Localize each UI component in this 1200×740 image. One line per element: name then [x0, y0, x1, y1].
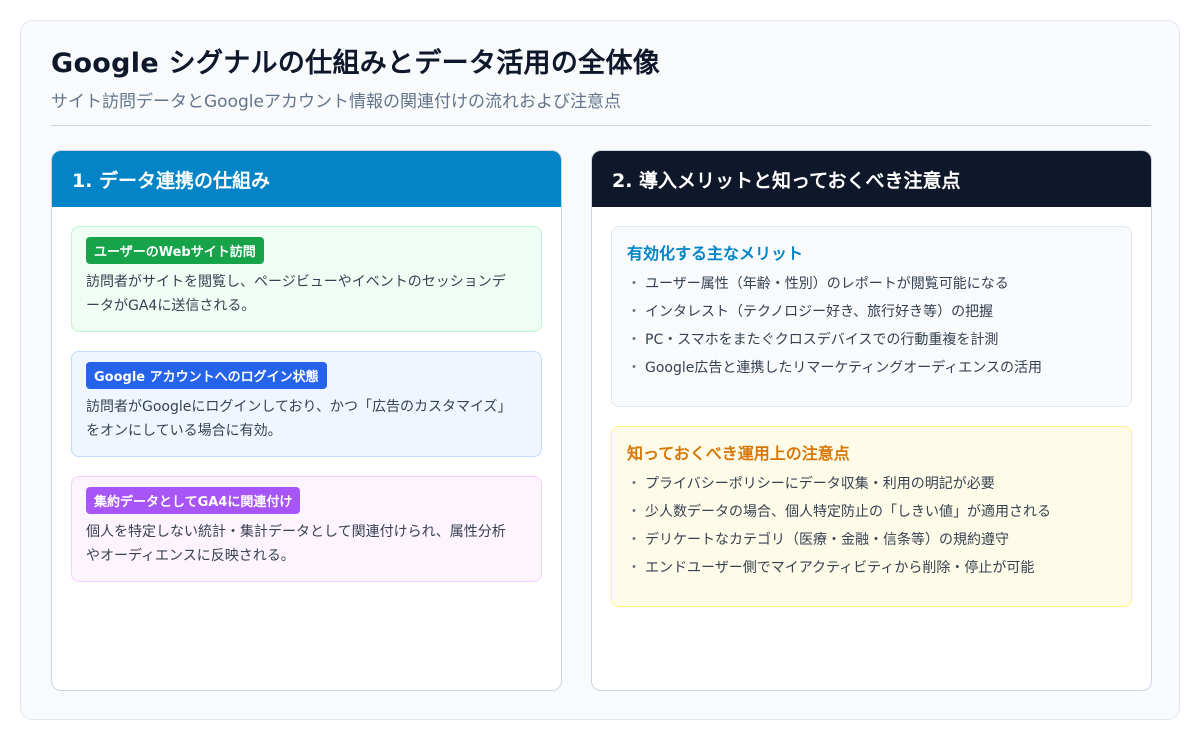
bullet-dot: ・ — [627, 476, 641, 492]
merits-title: 有効化する主なメリット — [627, 244, 804, 263]
merit-text: Google広告と連携したリマーケティングオーディエンスの活用 — [645, 360, 1042, 376]
list-item: ・デリケートなカテゴリ（医療・金融・信条等）の規約遵守 — [627, 526, 1116, 554]
caution-text: デリケートなカテゴリ（医療・金融・信条等）の規約遵守 — [645, 532, 1009, 548]
bullet-dot: ・ — [627, 276, 641, 292]
caution-text: エンドユーザー側でマイアクティビティから削除・停止が可能 — [645, 560, 1035, 576]
mechanism-panel-heading: 1. データ連携の仕組み — [52, 151, 561, 207]
step-aggregate-link-text: 個人を特定しない統計・集計データとして関連付けられ、属性分析やオーディエンスに反… — [86, 524, 506, 564]
merits-list: ・ユーザー属性（年齢・性別）のレポートが閲覧可能になる ・インタレスト（テクノロ… — [627, 270, 1116, 382]
caution-text: プライバシーポリシーにデータ収集・利用の明記が必要 — [645, 476, 995, 492]
cautions-title: 知っておくべき運用上の注意点 — [627, 444, 850, 463]
list-item: ・ Google広告と連携したリマーケティングオーディエンスの活用 — [627, 354, 1116, 382]
page-subtitle: サイト訪問データとGoogleアカウント情報の関連付けの流れおよび注意点 — [51, 92, 621, 112]
list-item: ・エンドユーザー側でマイアクティビティから削除・停止が可能 — [627, 554, 1116, 582]
cautions-box: 知っておくべき運用上の注意点 ・プライバシーポリシーにデータ収集・利用の明記が必… — [611, 426, 1132, 607]
merit-text: インタレスト（テクノロジー好き、旅行好き等）の把握 — [645, 304, 994, 320]
bullet-dot: ・ — [627, 532, 641, 548]
bullet-dot: ・ — [627, 504, 641, 520]
step-google-login: Google アカウントへのログイン状態 訪問者がGoogleにログインしており… — [71, 351, 542, 457]
step-aggregate-link: 集約データとしてGA4に関連付け 個人を特定しない統計・集計データとして関連付け… — [71, 476, 542, 582]
step-site-visit-badge: ユーザーのWebサイト訪問 — [86, 237, 264, 264]
diagram-frame: Google シグナルの仕組みとデータ活用の全体像 サイト訪問データとGoogl… — [20, 20, 1180, 720]
merits-cautions-panel: 2. 導入メリットと知っておくべき注意点 有効化する主なメリット ・ユーザー属性… — [591, 150, 1152, 691]
merit-text: ユーザー属性（年齢・性別）のレポートが閲覧可能になる — [645, 276, 1009, 292]
title-divider — [51, 125, 1151, 126]
merit-text: PC・スマホをまたぐクロスデバイスでの行動重複を計測 — [645, 332, 999, 348]
caution-text: 少人数データの場合、個人特定防止の「しきい値」が適用される — [645, 504, 1051, 520]
mechanism-panel: 1. データ連携の仕組み ユーザーのWebサイト訪問 訪問者がサイトを閲覧し、ペ… — [51, 150, 562, 691]
list-item: ・少人数データの場合、個人特定防止の「しきい値」が適用される — [627, 498, 1116, 526]
bullet-dot: ・ — [627, 332, 641, 348]
step-site-visit: ユーザーのWebサイト訪問 訪問者がサイトを閲覧し、ページビューやイベントのセッ… — [71, 226, 542, 332]
bullet-dot: ・ — [627, 560, 641, 576]
list-item: ・ユーザー属性（年齢・性別）のレポートが閲覧可能になる — [627, 270, 1116, 298]
step-site-visit-text: 訪問者がサイトを閲覧し、ページビューやイベントのセッションデータがGA4に送信さ… — [86, 274, 506, 314]
bullet-dot: ・ — [627, 360, 641, 376]
list-item: ・インタレスト（テクノロジー好き、旅行好き等）の把握 — [627, 298, 1116, 326]
cautions-list: ・プライバシーポリシーにデータ収集・利用の明記が必要 ・少人数データの場合、個人… — [627, 470, 1116, 582]
step-google-login-text: 訪問者がGoogleにログインしており、かつ「広告のカスタマイズ」をオンにしてい… — [86, 399, 512, 439]
list-item: ・プライバシーポリシーにデータ収集・利用の明記が必要 — [627, 470, 1116, 498]
step-google-login-badge: Google アカウントへのログイン状態 — [86, 362, 327, 389]
merits-box: 有効化する主なメリット ・ユーザー属性（年齢・性別）のレポートが閲覧可能になる … — [611, 226, 1132, 407]
page-title: Google シグナルの仕組みとデータ活用の全体像 — [51, 48, 661, 79]
merits-cautions-panel-heading: 2. 導入メリットと知っておくべき注意点 — [592, 151, 1151, 207]
list-item: ・ PC・スマホをまたぐクロスデバイスでの行動重複を計測 — [627, 326, 1116, 354]
bullet-dot: ・ — [627, 304, 641, 320]
step-aggregate-link-badge: 集約データとしてGA4に関連付け — [86, 487, 301, 514]
